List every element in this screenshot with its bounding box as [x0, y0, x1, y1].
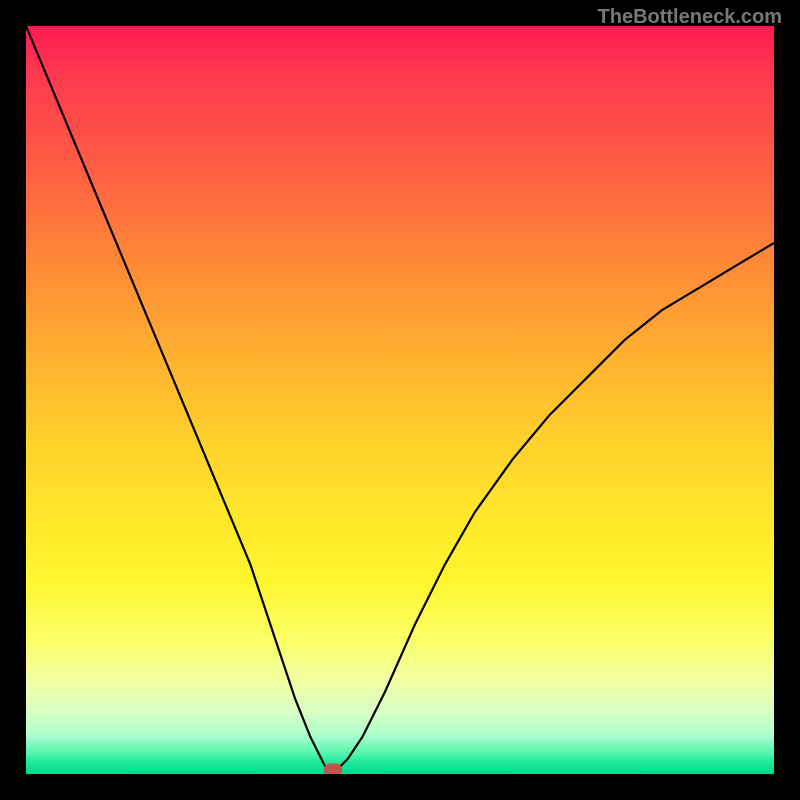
minimum-marker — [324, 764, 342, 774]
plot-area — [26, 26, 774, 774]
bottleneck-curve — [26, 26, 774, 770]
watermark-text: TheBottleneck.com — [598, 6, 782, 29]
curve-svg — [26, 26, 774, 774]
